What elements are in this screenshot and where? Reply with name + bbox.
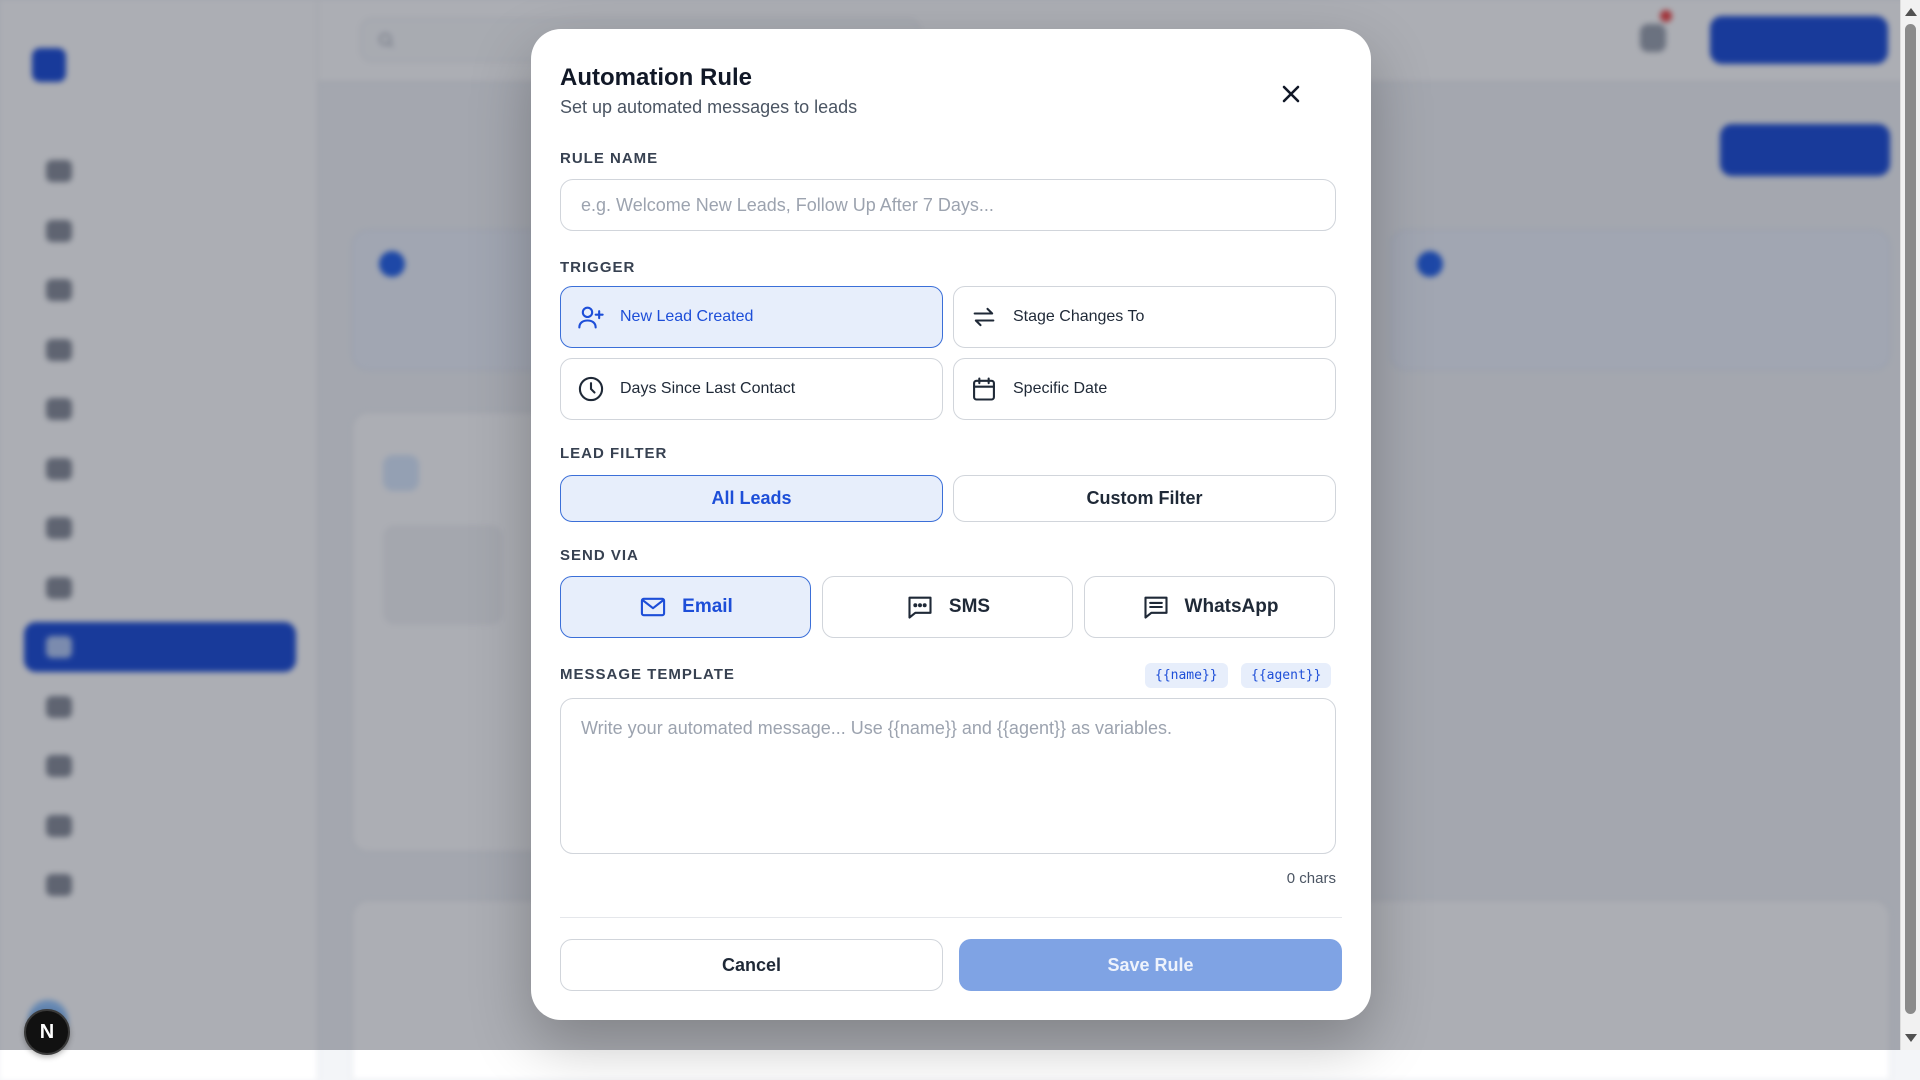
arrows-swap-icon <box>969 302 999 332</box>
send-via-label-text: SMS <box>948 596 991 617</box>
trigger-option-label: New Lead Created <box>620 308 754 325</box>
send-via-email[interactable]: Email <box>560 576 811 638</box>
cancel-button[interactable]: Cancel <box>560 939 943 991</box>
message-lines-icon <box>1141 592 1171 622</box>
close-button[interactable] <box>1266 69 1316 119</box>
message-template-textarea[interactable] <box>560 698 1336 854</box>
footer-divider <box>560 917 1342 918</box>
send-via-label-text: WhatsApp <box>1184 596 1279 617</box>
scroll-up-arrow[interactable] <box>1905 8 1917 16</box>
send-via-label: SEND VIA <box>560 547 639 564</box>
trigger-option-new-lead-created[interactable]: New Lead Created <box>560 286 943 348</box>
lead-filter-all-leads[interactable]: All Leads <box>560 475 943 522</box>
calendar-icon <box>969 374 999 404</box>
trigger-option-specific-date[interactable]: Specific Date <box>953 358 1336 420</box>
message-template-label: MESSAGE TEMPLATE <box>560 666 735 683</box>
modal-subtitle: Set up automated messages to leads <box>560 97 858 117</box>
trigger-option-stage-changes-to[interactable]: Stage Changes To <box>953 286 1336 348</box>
clock-icon <box>576 374 606 404</box>
send-via-sms[interactable]: SMS <box>822 576 1073 638</box>
send-via-whatsapp[interactable]: WhatsApp <box>1084 576 1335 638</box>
save-rule-button[interactable]: Save Rule <box>959 939 1342 991</box>
trigger-option-label: Specific Date <box>1013 380 1108 397</box>
page-scrollbar[interactable] <box>1900 0 1920 1050</box>
trigger-option-label: Stage Changes To <box>1013 308 1145 325</box>
mail-icon <box>638 592 668 622</box>
rule-name-input[interactable] <box>560 179 1336 231</box>
rule-name-label: RULE NAME <box>560 150 659 167</box>
trigger-label: TRIGGER <box>560 259 636 276</box>
variable-chip-name[interactable]: {{name}} <box>1145 663 1228 688</box>
trigger-option-label: Days Since Last Contact <box>620 380 796 397</box>
scroll-thumb[interactable] <box>1905 24 1916 1014</box>
lead-filter-custom-filter[interactable]: Custom Filter <box>953 475 1336 522</box>
automation-rule-modal: Automation Rule Set up automated message… <box>531 29 1371 1020</box>
nextjs-badge[interactable]: N <box>24 1009 70 1055</box>
variable-chip-agent[interactable]: {{agent}} <box>1241 663 1332 688</box>
close-icon <box>1282 85 1300 103</box>
message-dots-icon <box>905 592 935 622</box>
send-via-label-text: Email <box>682 596 733 617</box>
char-count: 0 chars <box>1286 870 1336 887</box>
lead-filter-label: LEAD FILTER <box>560 445 668 462</box>
trigger-option-days-since-last-contact[interactable]: Days Since Last Contact <box>560 358 943 420</box>
modal-title: Automation Rule <box>560 64 752 91</box>
user-plus-icon <box>576 302 606 332</box>
scroll-down-arrow[interactable] <box>1905 1034 1917 1042</box>
